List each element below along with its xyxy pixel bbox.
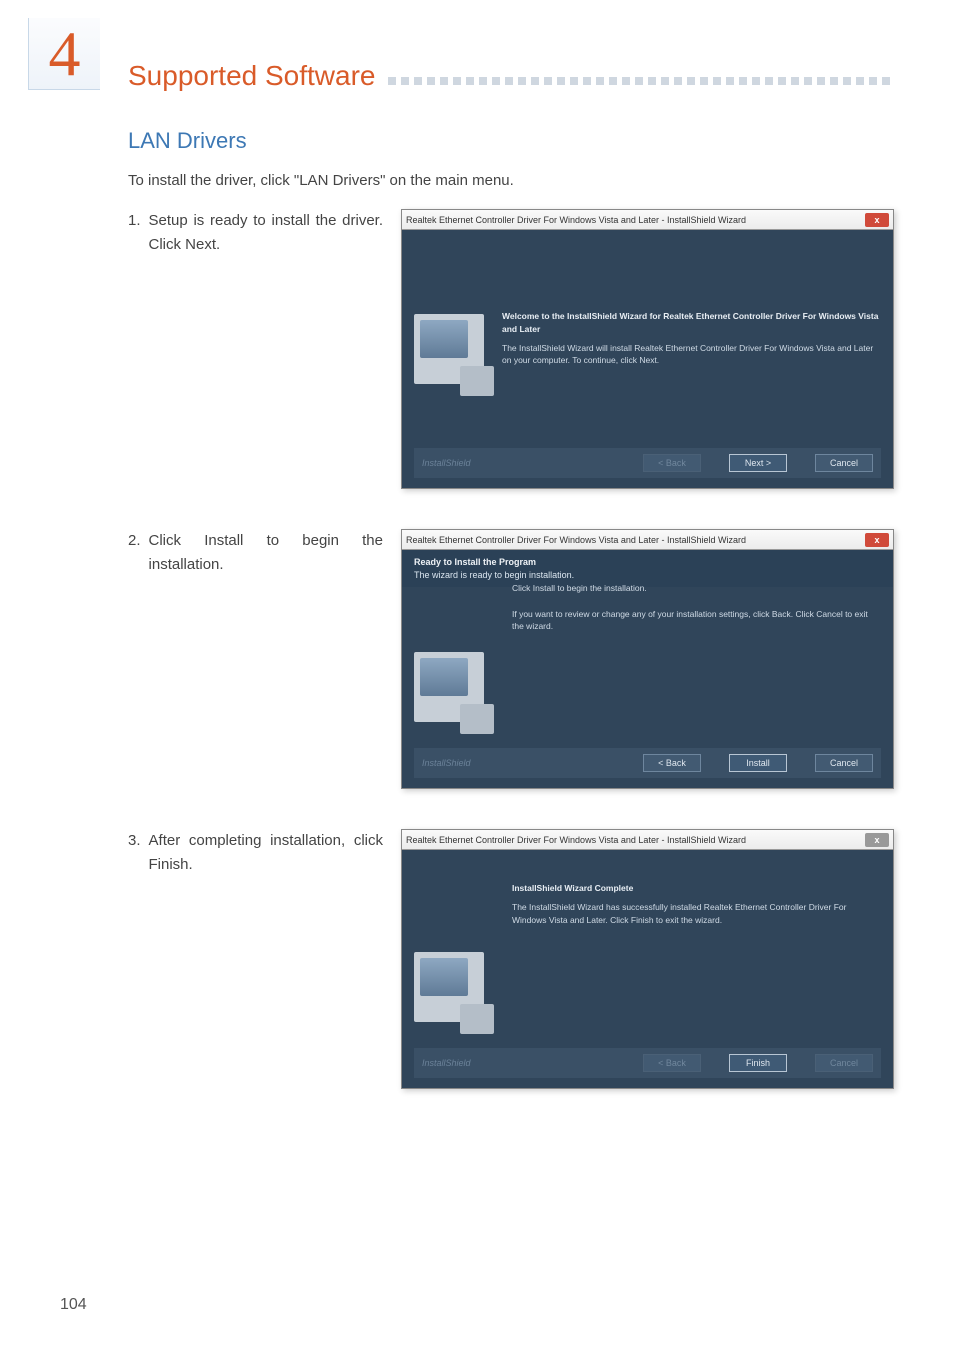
computer-icon (414, 652, 484, 722)
next-button[interactable]: Next > (729, 454, 787, 472)
close-icon: x (865, 833, 889, 847)
dialog-body: The InstallShield Wizard will install Re… (502, 343, 873, 366)
back-button[interactable]: < Back (643, 754, 701, 772)
step-desc: After completing installation, click Fin… (149, 829, 383, 877)
dialog-title: Realtek Ethernet Controller Driver For W… (406, 535, 746, 545)
brand-label: InstallShield (422, 758, 471, 768)
computer-icon (414, 314, 484, 384)
step-num: 3. (128, 829, 141, 877)
brand-label: InstallShield (422, 458, 471, 468)
brand-label: InstallShield (422, 1058, 471, 1068)
step-num: 1. (128, 209, 141, 257)
decorative-dots (388, 71, 895, 91)
dialog-body: The InstallShield Wizard has successfull… (512, 902, 846, 925)
intro-text: To install the driver, click "LAN Driver… (128, 172, 894, 189)
back-button: < Back (643, 454, 701, 472)
dialog-line2: If you want to review or change any of y… (512, 609, 868, 632)
step-1: 1. Setup is ready to install the driver.… (128, 209, 894, 489)
close-icon[interactable]: x (865, 533, 889, 547)
dialog-heading: Welcome to the InstallShield Wizard for … (502, 310, 881, 336)
page-number: 104 (60, 1296, 87, 1314)
page-header: Supported Software (128, 60, 894, 92)
chapter-tab: 4 (28, 18, 100, 90)
dialog-sub-title: Ready to Install the Program (414, 557, 536, 567)
dialog-heading: InstallShield Wizard Complete (512, 882, 881, 895)
cancel-button[interactable]: Cancel (815, 754, 873, 772)
step-2: 2. Click Install to begin the installati… (128, 529, 894, 789)
finish-button[interactable]: Finish (729, 1054, 787, 1072)
install-dialog-3: Realtek Ethernet Controller Driver For W… (401, 829, 894, 1089)
step-3: 3. After completing installation, click … (128, 829, 894, 1089)
page-title: Supported Software (128, 60, 376, 92)
section-heading: LAN Drivers (128, 128, 894, 154)
install-dialog-2: Realtek Ethernet Controller Driver For W… (401, 529, 894, 789)
computer-icon (414, 952, 484, 1022)
cancel-button[interactable]: Cancel (815, 454, 873, 472)
dialog-title: Realtek Ethernet Controller Driver For W… (406, 215, 746, 225)
step-num: 2. (128, 529, 141, 577)
chapter-number: 4 (49, 17, 81, 91)
dialog-title: Realtek Ethernet Controller Driver For W… (406, 835, 746, 845)
close-icon[interactable]: x (865, 213, 889, 227)
back-button: < Back (643, 1054, 701, 1072)
install-dialog-1: Realtek Ethernet Controller Driver For W… (401, 209, 894, 489)
dialog-sub-desc: The wizard is ready to begin installatio… (414, 570, 574, 580)
step-desc: Click Install to begin the installation. (149, 529, 383, 577)
dialog-line1: Click Install to begin the installation. (512, 583, 647, 593)
step-desc: Setup is ready to install the driver. Cl… (149, 209, 383, 257)
cancel-button: Cancel (815, 1054, 873, 1072)
install-button[interactable]: Install (729, 754, 787, 772)
